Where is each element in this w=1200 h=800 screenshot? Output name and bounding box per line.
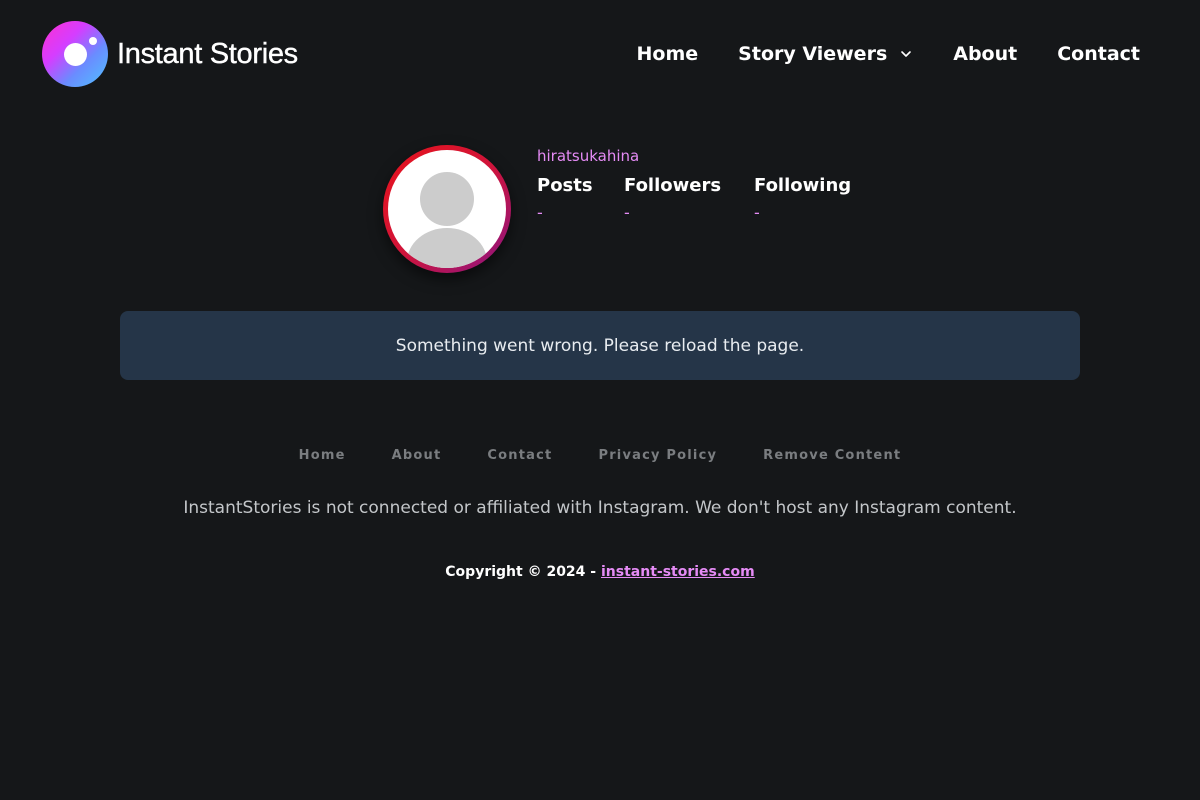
brand-name: Instant Stories	[117, 37, 299, 70]
nav-about[interactable]: About	[953, 42, 1017, 66]
brand-logo-link[interactable]: Instant Stories	[42, 21, 298, 87]
profile-username: hiratsukahina	[537, 147, 640, 165]
stat-value: -	[754, 203, 760, 222]
stat-followers: Followers -	[624, 175, 721, 222]
footer-link-about[interactable]: About	[392, 448, 442, 463]
stat-label: Following	[754, 175, 852, 196]
error-alert: Something went wrong. Please reload the …	[120, 311, 1080, 380]
camera-lens-logo-icon	[42, 21, 108, 87]
footer-link-contact[interactable]: Contact	[487, 448, 552, 463]
stat-posts: Posts -	[537, 175, 593, 222]
stat-label: Followers	[624, 175, 722, 196]
footer-disclaimer: InstantStories is not connected or affil…	[183, 498, 1017, 518]
footer-link-home[interactable]: Home	[299, 448, 346, 463]
chevron-down-icon	[901, 51, 912, 57]
nav-story-viewers-label: Story Viewers	[738, 43, 888, 65]
main-nav: Home Story Viewers About Contact	[637, 42, 1140, 66]
copyright-site-link[interactable]: instant-stories.com	[601, 564, 755, 580]
footer-link-privacy-policy[interactable]: Privacy Policy	[598, 448, 717, 463]
site-header: Instant Stories Home Story Viewers About…	[0, 0, 1200, 110]
nav-contact[interactable]: Contact	[1057, 42, 1140, 66]
avatar-ring	[383, 145, 511, 273]
stat-value: -	[537, 203, 543, 222]
nav-home[interactable]: Home	[637, 42, 699, 66]
footer-copyright: Copyright © 2024 - instant-stories.com	[0, 564, 1200, 580]
stat-value: -	[624, 203, 630, 222]
default-user-avatar-icon	[388, 150, 506, 268]
footer-nav: Home About Contact Privacy Policy Remove…	[0, 448, 1200, 463]
nav-story-viewers-dropdown[interactable]: Story Viewers	[738, 42, 913, 66]
stat-label: Posts	[537, 175, 593, 196]
profile-header: hiratsukahina Posts - Followers - Follow…	[383, 145, 883, 275]
stat-following: Following -	[754, 175, 851, 222]
copyright-text: Copyright © 2024 -	[445, 564, 597, 580]
footer-link-remove-content[interactable]: Remove Content	[763, 448, 901, 463]
